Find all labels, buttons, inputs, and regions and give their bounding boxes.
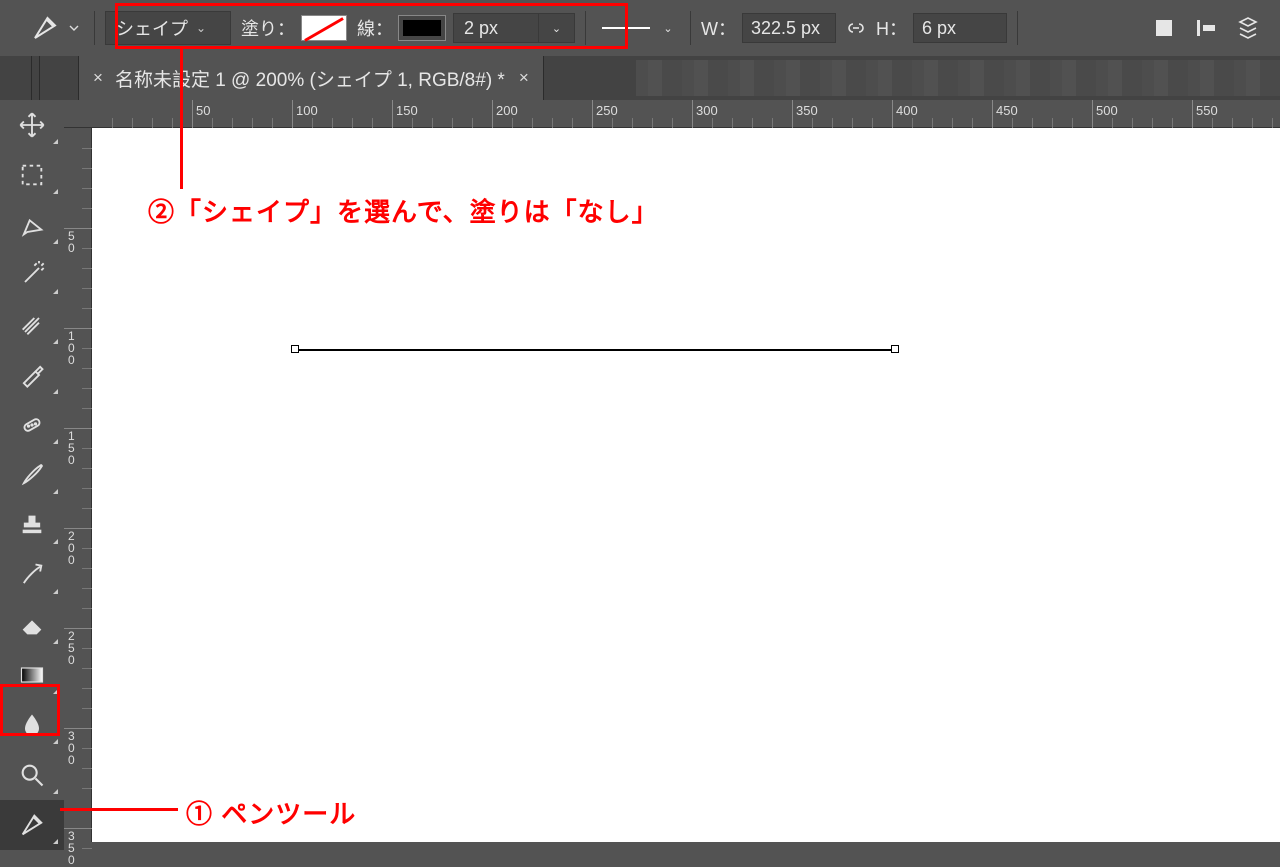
- link-dimensions-icon[interactable]: [842, 21, 870, 35]
- lasso-tool-icon[interactable]: [0, 200, 64, 250]
- stroke-weight-field[interactable]: 2 px ⌄: [453, 13, 575, 43]
- divider: [1017, 11, 1018, 45]
- marquee-tool-icon[interactable]: [0, 150, 64, 200]
- tab-close-icon[interactable]: ×: [519, 68, 529, 88]
- tab-close-left-icon[interactable]: ×: [93, 68, 103, 88]
- stroke-swatch-black[interactable]: [399, 16, 445, 40]
- eraser-tool-icon[interactable]: [0, 600, 64, 650]
- obscured-tabs: [636, 60, 1280, 96]
- stroke-label: 線：: [357, 15, 393, 41]
- pen-tool-icon[interactable]: [30, 13, 60, 43]
- magic-wand-tool-icon[interactable]: [0, 250, 64, 300]
- ruler-vertical: 5 01 0 01 5 02 0 02 5 03 0 03 5 0: [64, 128, 92, 842]
- history-brush-tool-icon[interactable]: [0, 550, 64, 600]
- annotation-pen-label: ① ペンツール: [186, 794, 356, 831]
- move-tool-icon[interactable]: [0, 100, 64, 150]
- tool-preset-chevron-icon[interactable]: [64, 23, 84, 33]
- divider: [94, 11, 95, 45]
- path-arrangement-icon[interactable]: [1236, 16, 1260, 40]
- width-label: W：: [701, 15, 736, 41]
- pen-tool-icon[interactable]: [0, 800, 64, 850]
- path-operations-icon[interactable]: [1152, 16, 1176, 40]
- document-tab-title: 名称未設定 1 @ 200% (シェイプ 1, RGB/8#) *: [115, 65, 505, 92]
- anchor-handle-left[interactable]: [291, 345, 299, 353]
- width-input[interactable]: 322.5 px: [742, 13, 836, 43]
- stamp-tool-icon[interactable]: [0, 500, 64, 550]
- toolbox: [0, 100, 64, 842]
- canvas[interactable]: [92, 128, 1280, 842]
- path-alignment-icon[interactable]: [1194, 16, 1218, 40]
- anchor-handle-right[interactable]: [891, 345, 899, 353]
- zoom-tool-icon[interactable]: [0, 750, 64, 800]
- fill-label: 塗り：: [241, 15, 295, 41]
- height-input[interactable]: 6 px: [913, 13, 1007, 43]
- chevron-down-icon: ⌄: [196, 21, 206, 35]
- annotation-shape-label: ②「シェイプ」を選んで、塗りは「なし」: [148, 192, 659, 229]
- annotation-connector: [180, 49, 183, 189]
- gradient-tool-icon[interactable]: [0, 650, 64, 700]
- crop-tool-icon[interactable]: [0, 300, 64, 350]
- right-icon-group: [1152, 16, 1280, 40]
- document-tab[interactable]: × 名称未設定 1 @ 200% (シェイプ 1, RGB/8#) * ×: [78, 56, 544, 100]
- tool-mode-dropdown[interactable]: シェイプ ⌄: [105, 11, 231, 45]
- height-label: H：: [876, 15, 907, 41]
- brush-tool-icon[interactable]: [0, 450, 64, 500]
- eyedropper-tool-icon[interactable]: [0, 350, 64, 400]
- divider: [690, 11, 691, 45]
- width-field: W： 322.5 px: [701, 13, 836, 43]
- stroke-style-chevron-icon[interactable]: ⌄: [656, 17, 680, 39]
- healing-tool-icon[interactable]: [0, 400, 64, 450]
- stroke-weight-chevron-icon[interactable]: ⌄: [539, 13, 575, 43]
- drawn-shape-line[interactable]: [295, 349, 897, 351]
- divider: [585, 11, 586, 45]
- annotation-connector: [60, 808, 178, 811]
- option-bar: シェイプ ⌄ 塗り： 線： 2 px ⌄ ⌄ W： 322.5 px H： 6 …: [0, 0, 1280, 56]
- height-field: H： 6 px: [876, 13, 1007, 43]
- stroke-weight-value[interactable]: 2 px: [453, 13, 539, 43]
- smudge-tool-icon[interactable]: [0, 700, 64, 750]
- fill-swatch-none[interactable]: [301, 15, 347, 41]
- tool-mode-label: シェイプ: [116, 15, 188, 41]
- ruler-horizontal: 50100150200250300350400450500550600: [64, 100, 1280, 128]
- stroke-style-preview[interactable]: [596, 17, 656, 39]
